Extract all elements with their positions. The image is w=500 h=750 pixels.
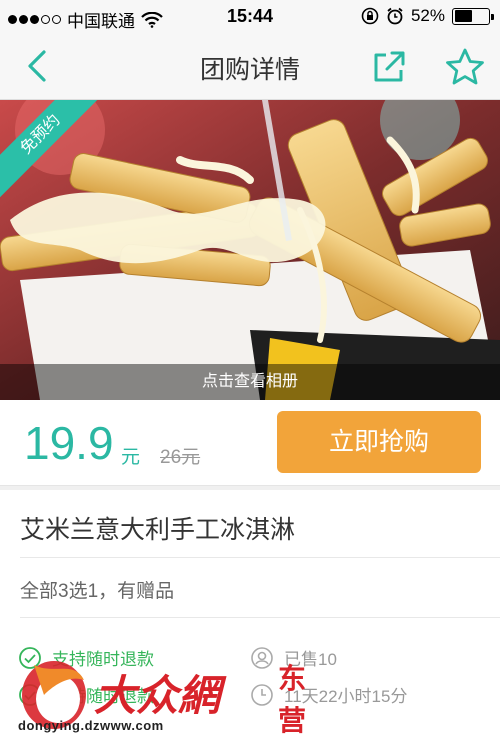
status-bar: 中国联通 15:44 52% — [0, 0, 500, 34]
price-unit: 元 — [121, 447, 141, 468]
fries-photo — [0, 100, 500, 400]
original-price: 26元 — [160, 447, 201, 468]
watermark-url: dongying.dzwww.com — [18, 718, 164, 733]
rotation-lock-icon — [361, 7, 379, 25]
hero-image[interactable]: 免预约 点击查看相册 — [0, 100, 500, 400]
buy-now-button[interactable]: 立即抢购 — [277, 411, 481, 473]
nav-bar: 团购详情 — [0, 34, 500, 100]
divider — [20, 557, 500, 558]
battery-level — [454, 10, 472, 22]
share-external-icon[interactable] — [370, 48, 408, 86]
star-outline-icon[interactable] — [444, 46, 486, 88]
battery-icon — [452, 7, 494, 25]
battery-percent: 52% — [410, 6, 445, 25]
status-right: 52% — [361, 6, 494, 26]
dzwww-logo-watermark: 大众網 — [22, 661, 227, 729]
price-row: 19.9 元 26元 立即抢购 — [0, 400, 500, 486]
section-divider — [0, 486, 500, 490]
watermark-city: 东营 — [277, 663, 306, 736]
page-title: 团购详情 — [199, 56, 300, 84]
view-album-link[interactable]: 点击查看相册 — [0, 364, 500, 400]
watermark-logo-text: 大众網 — [94, 671, 227, 720]
divider — [20, 617, 500, 618]
alarm-icon — [387, 7, 403, 25]
product-title: 艾米兰意大利手工冰淇淋 — [20, 516, 296, 544]
product-description: 全部3选1，有赠品 — [20, 581, 175, 602]
current-price: 19.9 — [24, 417, 114, 469]
